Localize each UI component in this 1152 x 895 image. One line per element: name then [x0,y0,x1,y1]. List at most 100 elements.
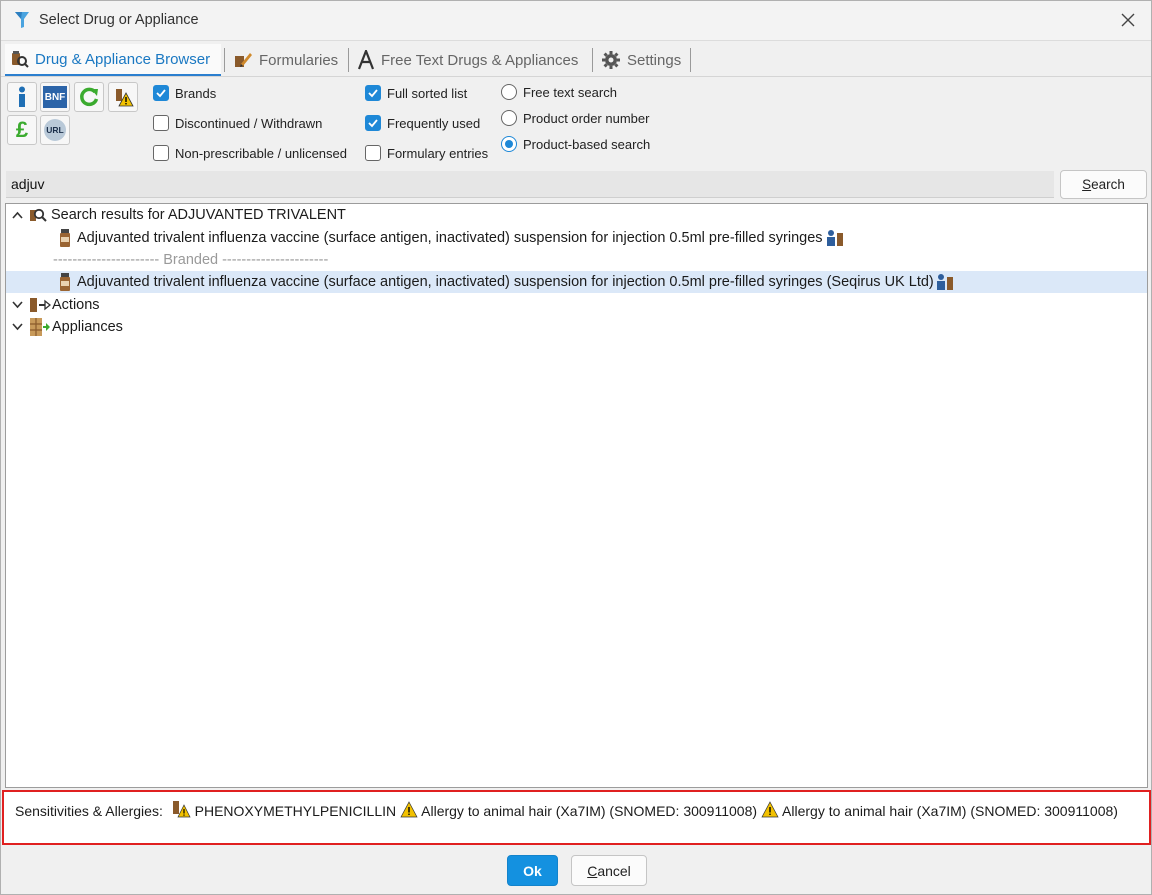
tree-item-label: Adjuvanted trivalent influenza vaccine (… [77,274,934,290]
checkbox-checked-icon [365,115,381,131]
radio-unchecked-icon [501,110,517,126]
tab-divider [592,48,593,72]
sensitivities-allergies-panel: Sensitivities & Allergies: PHENOXYMETHYL… [2,790,1151,845]
checkbox-label: Full sorted list [387,85,468,101]
allergy-entry: Allergy to animal hair (Xa7IM) (SNOMED: … [782,803,1118,819]
results-tree[interactable]: Search results for ADJUVANTED TRIVALENT … [5,203,1148,788]
non-prescribable-checkbox[interactable]: Non-prescribable / unlicensed [153,145,347,161]
appliances-label: Appliances [52,319,123,335]
radio-unchecked-icon [501,84,517,100]
price-button[interactable]: £ [7,115,37,145]
checkbox-unchecked-icon [365,145,381,161]
allergy-entry: Allergy to animal hair (Xa7IM) (SNOMED: … [421,803,758,819]
gear-icon [602,51,620,69]
tab-label: Settings [627,51,682,69]
free-text-search-radio[interactable]: Free text search [501,84,617,100]
tree-item[interactable]: Adjuvanted trivalent influenza vaccine (… [6,227,1147,249]
separator-label: ---------------------- Branded ---------… [53,252,329,268]
radio-checked-icon [501,136,517,152]
globe-url-icon: URL [44,119,66,141]
cancel-mnemonic: C [587,862,598,879]
bnf-icon: BNF [43,86,67,108]
tree-node-search-results[interactable]: Search results for ADJUVANTED TRIVALENT [6,204,1147,226]
results-header-label: Search results for ADJUVANTED TRIVALENT [51,207,346,223]
pound-label: £ [15,117,29,142]
drug-bottle-icon [60,229,70,247]
checkbox-checked-icon [153,85,169,101]
tree-item-label: Adjuvanted trivalent influenza vaccine (… [77,230,823,246]
dialog-window: Select Drug or Appliance Drug & Applianc… [0,0,1152,895]
allergies-label: Sensitivities & Allergies: [15,803,163,819]
allergy-entry: PHENOXYMETHYLPENICILLIN [194,803,397,819]
checkbox-checked-icon [365,85,381,101]
tab-label: Formularies [259,51,339,69]
checkbox-label: Brands [175,85,217,101]
actions-icon [30,298,51,312]
drug-allergy-icon [172,801,191,818]
patient-prescriber-icon [826,230,843,246]
formulary-pen-icon [235,53,252,67]
window-title: Select Drug or Appliance [39,12,199,28]
appliances-icon [30,318,50,336]
search-mnemonic: S [1082,177,1092,192]
tab-divider [348,48,349,72]
drug-warning-button[interactable] [108,82,138,112]
checkbox-label: Frequently used [387,115,481,131]
chevron-down-icon[interactable] [9,320,25,334]
patient-prescriber-icon [936,274,953,290]
tab-settings[interactable]: Settings [597,44,687,76]
warning-icon [400,801,418,818]
tab-divider [224,48,225,72]
warning-icon [761,801,779,818]
tab-divider [690,48,691,72]
tree-node-appliances[interactable]: Appliances [6,316,1147,338]
url-button[interactable]: URL [40,115,70,145]
tab-bar: Drug & Appliance Browser Formularies Fre… [1,42,1151,77]
refresh-button[interactable] [74,82,104,112]
drug-browser-icon [12,51,29,68]
tab-label: Drug & Appliance Browser [35,50,211,68]
tab-drug-appliance-browser[interactable]: Drug & Appliance Browser [5,44,221,76]
title-bar: Select Drug or Appliance [1,1,1151,41]
search-button[interactable]: Search [1060,170,1147,199]
close-icon [1121,13,1135,27]
checkbox-label: Formulary entries [387,145,489,161]
branded-separator: ---------------------- Branded ---------… [6,249,1147,271]
chevron-up-icon[interactable] [9,208,25,222]
drug-bottle-icon [60,273,70,291]
frequently-used-checkbox[interactable]: Frequently used [365,115,480,131]
tab-formularies[interactable]: Formularies [229,44,345,76]
info-button[interactable] [7,82,37,112]
close-button[interactable] [1117,9,1139,31]
discontinued-checkbox[interactable]: Discontinued / Withdrawn [153,115,322,131]
bnf-button[interactable]: BNF [40,82,70,112]
product-order-number-radio[interactable]: Product order number [501,110,649,126]
search-label-rest: earch [1091,177,1125,192]
ok-button[interactable]: Ok [507,855,558,886]
actions-label: Actions [52,297,100,313]
search-results-icon [30,208,47,222]
full-sorted-list-checkbox[interactable]: Full sorted list [365,85,467,101]
formulary-entries-checkbox[interactable]: Formulary entries [365,145,488,161]
letter-a-icon [357,50,375,70]
tab-label: Free Text Drugs & Appliances [381,51,579,69]
bnf-label: BNF [44,91,66,103]
chevron-down-icon[interactable] [9,298,25,312]
checkbox-unchecked-icon [153,115,169,131]
ok-label: Ok [523,862,542,879]
tab-free-text[interactable]: Free Text Drugs & Appliances [353,44,589,76]
cancel-label-rest: ancel [597,862,631,879]
radio-label: Product-based search [523,136,651,152]
app-funnel-icon [15,12,29,28]
product-based-search-radio[interactable]: Product-based search [501,136,650,152]
refresh-icon [80,87,99,107]
cancel-button[interactable]: Cancel [571,855,647,886]
tree-node-actions[interactable]: Actions [6,294,1147,316]
radio-label: Product order number [523,110,650,126]
tree-item-selected[interactable]: Adjuvanted trivalent influenza vaccine (… [6,271,1147,293]
checkbox-label: Non-prescribable / unlicensed [175,145,347,161]
warning-icon [116,89,134,107]
checkbox-label: Discontinued / Withdrawn [175,115,323,131]
brands-checkbox[interactable]: Brands [153,85,216,101]
search-input[interactable] [6,171,1054,198]
